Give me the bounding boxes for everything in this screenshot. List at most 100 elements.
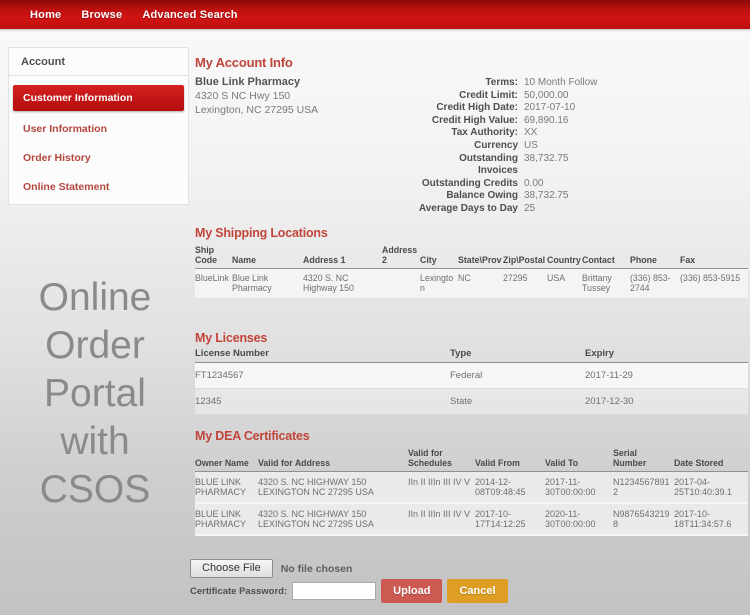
sidebar-items: Customer Information User Information Orde… <box>9 76 188 198</box>
account-field-label: Balance Owing <box>446 190 518 202</box>
dea-header-row: Owner Name Valid for Address Valid for Sch… <box>195 446 748 472</box>
licenses-header-row: License Number Type Expiry <box>195 346 748 363</box>
cell-valid-schedules: IIn II IIIn III IV V <box>408 477 471 487</box>
account-field-value: 0.00 <box>524 177 544 189</box>
account-field-value: 25 <box>524 202 536 214</box>
cell-license-type: State <box>450 396 473 407</box>
table-row: BlueLink Blue Link Pharmacy 4320 S. NC H… <box>195 268 748 299</box>
licenses-column-header: Expiry <box>585 346 748 363</box>
cell-valid-from: 2014-12-08T09:48:45 <box>475 477 526 497</box>
choose-file-button[interactable]: Choose File <box>190 559 273 578</box>
dea-certificates-table: Owner Name Valid for Address Valid for Sch… <box>195 446 748 536</box>
account-field-label: Average Days to Day <box>418 202 518 214</box>
cell-license-number: FT1234567 <box>195 370 244 381</box>
upload-button[interactable]: Upload <box>381 579 443 603</box>
sidebar-item[interactable]: User Information <box>13 118 184 140</box>
account-field-label: Credit High Date: <box>436 102 518 114</box>
account-info-title: My Account Info <box>195 55 293 70</box>
cell-state: NC <box>458 273 471 283</box>
account-field-value: 38,732.75 <box>524 152 569 164</box>
account-field-label: Credit High Value: <box>431 114 518 126</box>
cell-license-number: 12345 <box>195 396 222 407</box>
certificate-password-row: Certificate Password: Upload Cancel <box>190 579 508 603</box>
dea-certificates-title: My DEA Certificates <box>195 429 310 443</box>
shipping-column-header: Ship Code <box>195 243 232 269</box>
account-field-row: Credit Limit: 50,000.00 <box>418 90 683 103</box>
shipping-column-header: Fax <box>680 243 748 269</box>
cell-serial-number: N12345678912 <box>613 477 670 497</box>
account-field-row: Outstanding Credits 0.00 <box>418 178 683 191</box>
licenses-column-header: License Number <box>195 346 450 363</box>
watermark-line: Online <box>38 276 152 319</box>
account-field-row: Outstanding Invoices 38,732.75 <box>418 153 683 178</box>
account-field-label: Outstanding Invoices <box>459 152 518 177</box>
account-field-value: 10 Month Follow <box>524 77 598 88</box>
watermark-line: Portal <box>44 372 146 415</box>
certificate-password-input[interactable] <box>292 582 377 600</box>
nav-item[interactable]: Browse <box>81 9 122 21</box>
cell-zip: 27295 <box>503 273 528 283</box>
sidebar: Account Customer Information User Informa… <box>8 47 189 205</box>
watermark-line: CSOS <box>39 468 151 511</box>
sidebar-item[interactable]: Order History <box>13 147 184 169</box>
account-field-row: Credit High Date: 2017-07-10 <box>418 102 683 115</box>
cell-valid-to: 2017-11-30T00:00:00 <box>545 477 596 497</box>
shipping-column-header: Contact <box>582 243 630 269</box>
sidebar-item[interactable]: Customer Information <box>13 85 184 111</box>
sidebar-title: Account <box>9 48 188 76</box>
shipping-column-header: Name <box>232 243 303 269</box>
account-field-row: Average Days to Day 25 <box>418 203 683 216</box>
shipping-column-header: Zip\Postal <box>503 243 547 269</box>
account-field-value: XX <box>524 127 538 139</box>
cancel-button[interactable]: Cancel <box>447 579 508 603</box>
dea-column-header: Valid To <box>545 446 613 472</box>
nav-item[interactable]: Home <box>30 9 61 21</box>
shipping-locations-title: My Shipping Locations <box>195 226 328 240</box>
cell-address2 <box>382 269 420 299</box>
dea-column-header: Serial Number <box>613 446 674 472</box>
cell-date-stored: 2017-10-18T11:34:57.6 <box>674 509 732 529</box>
watermark-line: with <box>60 420 130 463</box>
top-nav: Home Browse Advanced Search <box>0 0 750 29</box>
shipping-column-header: City <box>420 243 458 269</box>
cell-address1: 4320 S. NC Highway 150 <box>303 273 354 293</box>
account-field-row: Currency US <box>418 140 683 153</box>
watermark-text: Online Order Portal with CSOS <box>5 274 185 514</box>
dea-column-header: Date Stored <box>674 446 748 472</box>
account-field-row: Balance Owing 38,732.75 <box>418 190 683 203</box>
company-address-line2: Lexington, NC 27295 USA <box>195 104 319 116</box>
account-field-label: Terms: <box>485 77 518 88</box>
account-field-value: 2017-07-10 <box>524 102 576 114</box>
account-field-row: Credit High Value: 69,890.16 <box>418 115 683 128</box>
cell-phone: (336) 853-2744 <box>630 273 671 293</box>
dea-column-header: Valid for Address <box>258 446 408 472</box>
company-name: Blue Link Pharmacy <box>195 76 301 88</box>
account-field-value: 38,732.75 <box>524 190 569 202</box>
no-file-chosen-text: No file chosen <box>280 562 353 575</box>
table-row: BLUE LINK PHARMACY 4320 S. NC HIGHWAY 15… <box>195 471 748 503</box>
account-field-value: US <box>524 139 538 151</box>
shipping-column-header: Country <box>547 243 582 269</box>
shipping-locations-table: Ship Code Name Address 1 Address 2 City State… <box>195 243 748 299</box>
dea-column-header: Valid From <box>475 446 545 472</box>
account-field-label: Outstanding Credits <box>421 177 518 189</box>
cell-ship-code: BlueLink <box>195 273 229 283</box>
dea-column-header: Valid for Schedules <box>408 446 475 472</box>
cell-valid-address: 4320 S. NC HIGHWAY 150 LEXINGTON NC 2729… <box>258 477 374 497</box>
shipping-column-header: Address 1 <box>303 243 382 269</box>
shipping-header-row: Ship Code Name Address 1 Address 2 City State… <box>195 243 748 269</box>
cell-owner-name: BLUE LINK PHARMACY <box>195 509 247 529</box>
table-row: BLUE LINK PHARMACY 4320 S. NC HIGHWAY 15… <box>195 503 748 535</box>
nav-item[interactable]: Advanced Search <box>142 9 237 21</box>
cell-fax: (336) 853-5915 <box>680 273 741 283</box>
shipping-column-header: State\Prov <box>458 243 503 269</box>
table-row: 12345 State 2017-12-30 <box>195 388 748 415</box>
dea-column-header: Owner Name <box>195 446 258 472</box>
cell-name: Blue Link Pharmacy <box>232 273 272 293</box>
account-field-row: Tax Authority: XX <box>418 127 683 140</box>
sidebar-item[interactable]: Online Statement <box>13 176 184 198</box>
watermark-line: Order <box>45 324 145 367</box>
account-field-value: 69,890.16 <box>524 114 569 126</box>
file-upload-row: Choose File No file chosen <box>190 559 352 578</box>
company-address-block: Blue Link Pharmacy 4320 S NC Hwy 150 Lex… <box>195 75 318 117</box>
